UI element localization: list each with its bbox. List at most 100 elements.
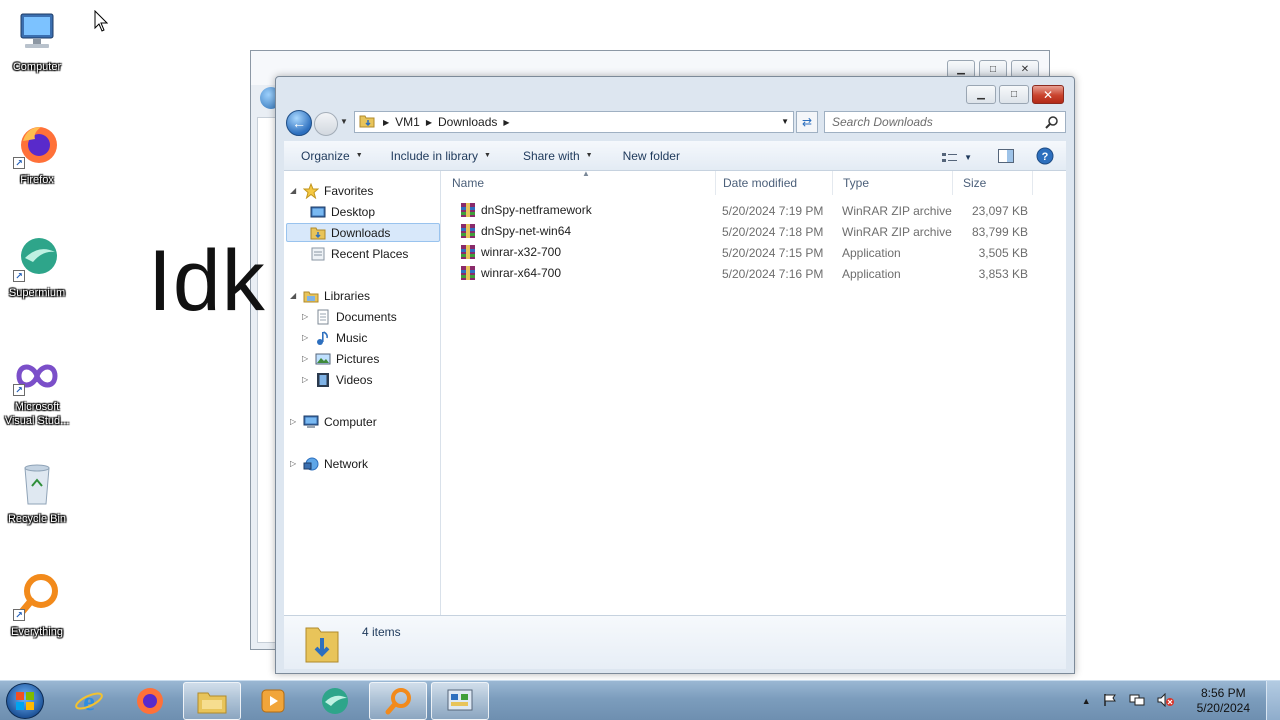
new-folder-button[interactable]: New folder — [623, 149, 680, 163]
view-options-icon — [942, 152, 958, 162]
desktop-icon-label: Computer — [12, 61, 62, 73]
close-button[interactable]: ✕ — [1032, 85, 1064, 104]
navigation-pane[interactable]: ◢ Favorites Desktop Downloads Recent Pla… — [284, 171, 441, 615]
breadcrumb-separator-icon[interactable]: ▶ — [503, 118, 509, 127]
nav-desktop[interactable]: Desktop — [310, 202, 375, 221]
internet-explorer-icon: e — [75, 687, 103, 716]
expand-arrow-icon[interactable]: ▷ — [302, 375, 310, 384]
desktop-icon-everything[interactable]: ↗ Everything — [0, 573, 74, 639]
network-status-icon[interactable] — [1129, 693, 1145, 710]
nav-desktop-label: Desktop — [331, 204, 376, 219]
file-list[interactable]: Name ▲ Date modified Type Size dnSpy-net… — [442, 169, 1066, 615]
address-bar[interactable]: ▶ VM1 ▶ Downloads ▶ ▼ — [354, 111, 794, 133]
media-player-icon — [261, 689, 285, 713]
nav-pictures[interactable]: ▷ Pictures — [302, 349, 379, 368]
nav-network[interactable]: ▷ Network — [290, 454, 368, 473]
nav-videos[interactable]: ▷ Videos — [302, 370, 372, 389]
computer-icon — [13, 8, 61, 56]
desktop-icon-recycle-bin[interactable]: Recycle Bin — [0, 460, 74, 526]
nav-documents[interactable]: ▷ Documents — [302, 307, 397, 326]
breadcrumb-separator-icon[interactable]: ▶ — [426, 118, 432, 127]
desktop-icon-visual-studio[interactable]: ↗ Microsoft Visual Stud... — [0, 356, 74, 428]
taskbar-control-panel[interactable] — [431, 682, 489, 720]
nav-favorites[interactable]: ◢ Favorites — [290, 181, 373, 200]
taskbar-supermium[interactable] — [306, 682, 364, 720]
file-row[interactable]: winrar-x64-700 5/20/2024 7:16 PM Applica… — [442, 264, 1066, 285]
winrar-installer-icon — [460, 265, 476, 281]
start-button[interactable] — [6, 683, 44, 719]
column-header-date-modified[interactable]: Date modified — [713, 171, 833, 195]
forward-button[interactable] — [314, 112, 338, 136]
maximize-button[interactable]: □ — [999, 85, 1029, 104]
file-row[interactable]: winrar-x32-700 5/20/2024 7:15 PM Applica… — [442, 243, 1066, 264]
volume-muted-icon[interactable] — [1157, 692, 1175, 710]
taskbar: e ▲ 8:56 PM 5/20/2024 — [0, 680, 1280, 720]
explorer-window[interactable]: ▁ □ ✕ ← ▼ ▶ VM1 ▶ Downloads ▶ ▼ ⇄ Search… — [275, 76, 1075, 674]
refresh-icon: ⇄ — [801, 115, 813, 129]
share-with-label: Share with — [522, 148, 580, 163]
preview-pane-button[interactable] — [998, 149, 1014, 166]
minimize-button[interactable]: ▁ — [966, 85, 996, 104]
include-in-library-button[interactable]: Include in library ▼ — [391, 149, 491, 163]
nav-libraries[interactable]: ◢ Libraries — [290, 286, 370, 305]
system-clock[interactable]: 8:56 PM 5/20/2024 — [1197, 686, 1250, 716]
preview-pane-icon — [998, 149, 1014, 163]
nav-downloads[interactable]: Downloads — [286, 223, 440, 242]
show-hidden-icons-button[interactable]: ▲ — [1082, 696, 1091, 706]
clock-date: 5/20/2024 — [1196, 701, 1250, 715]
expand-arrow-icon[interactable]: ▷ — [290, 459, 298, 468]
taskbar-media-player[interactable] — [244, 682, 302, 720]
nav-downloads-label: Downloads — [331, 225, 391, 240]
supermium-icon: ↗ — [13, 234, 61, 282]
organize-button[interactable]: Organize ▼ — [301, 149, 363, 163]
desktop-icon-supermium[interactable]: ↗ Supermium — [0, 234, 74, 300]
firefox-icon — [137, 688, 163, 714]
clock-time: 8:56 PM — [1200, 686, 1246, 700]
file-name[interactable]: winrar-x64-700 — [460, 265, 561, 281]
file-name[interactable]: winrar-x32-700 — [460, 244, 561, 260]
nav-computer[interactable]: ▷ Computer — [290, 412, 377, 431]
file-row[interactable]: dnSpy-net-win64 5/20/2024 7:18 PM WinRAR… — [442, 222, 1066, 243]
nav-recent-places[interactable]: Recent Places — [310, 244, 408, 263]
help-button[interactable]: ? — [1036, 147, 1054, 168]
downloads-folder-icon — [302, 620, 342, 669]
search-input[interactable]: Search Downloads — [824, 111, 1066, 133]
column-header-type[interactable]: Type — [833, 171, 953, 195]
expand-arrow-icon[interactable]: ▷ — [302, 312, 310, 321]
taskbar-firefox[interactable] — [121, 682, 179, 720]
collapse-arrow-icon[interactable]: ◢ — [290, 291, 298, 300]
expand-arrow-icon[interactable]: ▷ — [302, 354, 310, 363]
back-button[interactable]: ← — [286, 110, 312, 136]
chevron-down-icon[interactable]: ▼ — [781, 117, 789, 126]
recent-pages-dropdown[interactable]: ▼ — [340, 117, 348, 126]
file-row[interactable]: dnSpy-netframework 5/20/2024 7:19 PM Win… — [442, 201, 1066, 222]
breadcrumb-downloads[interactable]: Downloads — [438, 115, 497, 129]
firefox-icon: ↗ — [13, 121, 61, 169]
taskbar-internet-explorer[interactable]: e — [60, 682, 118, 720]
desktop-icon-computer[interactable]: Computer — [0, 8, 74, 74]
expand-arrow-icon[interactable]: ▷ — [302, 333, 310, 342]
share-with-button[interactable]: Share with ▼ — [523, 149, 593, 163]
file-date: 5/20/2024 7:15 PM — [722, 246, 824, 260]
file-name[interactable]: dnSpy-net-win64 — [460, 223, 571, 239]
taskbar-file-explorer[interactable] — [183, 682, 241, 720]
column-header-name[interactable]: Name ▲ — [442, 169, 716, 195]
action-center-flag-icon[interactable] — [1103, 693, 1117, 710]
expand-arrow-icon[interactable]: ▷ — [290, 417, 298, 426]
refresh-button[interactable]: ⇄ — [796, 111, 818, 133]
desktop-icon-firefox[interactable]: ↗ Firefox — [0, 121, 74, 187]
column-header-size[interactable]: Size — [953, 171, 1033, 195]
breadcrumb-vm1[interactable]: VM1 — [395, 115, 420, 129]
nav-music[interactable]: ▷ Music — [302, 328, 367, 347]
taskbar-everything[interactable] — [369, 682, 427, 720]
file-date: 5/20/2024 7:16 PM — [722, 267, 824, 281]
collapse-arrow-icon[interactable]: ◢ — [290, 186, 298, 195]
file-name[interactable]: dnSpy-netframework — [460, 202, 592, 218]
winrar-archive-icon — [460, 223, 476, 239]
downloads-folder-icon — [310, 225, 326, 241]
star-icon — [302, 182, 320, 199]
breadcrumb-separator-icon[interactable]: ▶ — [383, 118, 389, 127]
show-desktop-button[interactable] — [1266, 681, 1280, 720]
winrar-archive-icon — [460, 202, 476, 218]
change-view-button[interactable]: ▼ — [942, 152, 972, 164]
